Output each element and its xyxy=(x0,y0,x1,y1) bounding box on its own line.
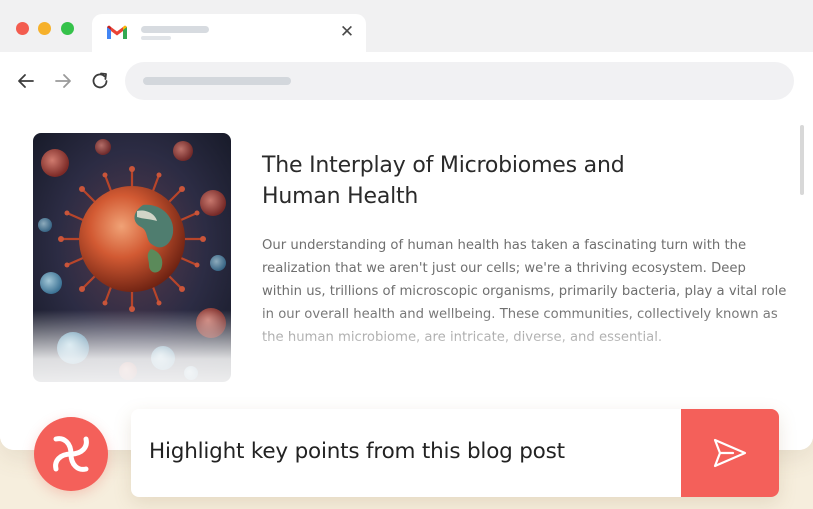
prompt-text[interactable]: Highlight key points from this blog post xyxy=(149,439,565,464)
page-content: The Interplay of Microbiomes and Human H… xyxy=(0,110,813,450)
send-icon xyxy=(713,438,747,468)
browser-toolbar xyxy=(0,52,813,110)
article-title: The Interplay of Microbiomes and Human H… xyxy=(262,153,625,209)
tab-strip: ✕ xyxy=(0,0,813,52)
url-placeholder xyxy=(143,77,291,85)
arrow-right-icon[interactable] xyxy=(52,70,74,92)
browser-tab[interactable]: ✕ xyxy=(92,14,366,52)
address-bar[interactable] xyxy=(125,62,794,100)
scrollbar[interactable] xyxy=(800,125,804,195)
send-button[interactable] xyxy=(681,409,779,497)
arrow-left-icon[interactable] xyxy=(15,70,37,92)
close-window-button[interactable] xyxy=(16,22,29,35)
prompt-input[interactable]: Highlight key points from this blog post xyxy=(131,409,779,497)
tab-subtitle-placeholder xyxy=(141,36,171,40)
tab-title-placeholder xyxy=(141,26,209,33)
minimize-window-button[interactable] xyxy=(38,22,51,35)
gmail-icon xyxy=(107,25,127,39)
brand-swirl-icon xyxy=(53,436,89,472)
reload-icon[interactable] xyxy=(89,70,111,92)
maximize-window-button[interactable] xyxy=(61,22,74,35)
tab-close-icon[interactable]: ✕ xyxy=(338,23,356,41)
browser-window: ✕ The Interplay of Microbiomes and Human… xyxy=(0,0,813,450)
assistant-logo[interactable] xyxy=(34,417,108,491)
